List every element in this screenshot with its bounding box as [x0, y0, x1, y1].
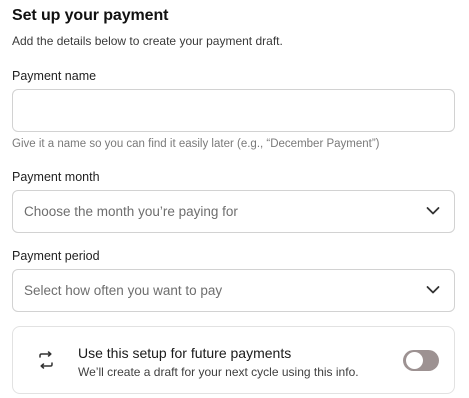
recurring-setup-card: Use this setup for future payments We’ll…	[12, 326, 455, 394]
payment-name-input[interactable]	[12, 89, 455, 132]
payment-month-label: Payment month	[12, 170, 100, 184]
payment-month-select[interactable]: Choose the month you’re paying for	[12, 190, 455, 233]
payment-period-placeholder: Select how often you want to pay	[24, 283, 223, 298]
payment-period-label: Payment period	[12, 249, 100, 263]
recurring-title: Use this setup for future payments	[78, 345, 292, 361]
page-subtitle: Add the details below to create your pay…	[12, 34, 283, 48]
recurring-description: We’ll create a draft for your next cycle…	[78, 365, 359, 379]
recurring-toggle[interactable]	[403, 350, 439, 371]
payment-period-select[interactable]: Select how often you want to pay	[12, 269, 455, 312]
chevron-down-icon	[426, 286, 440, 294]
toggle-knob	[406, 352, 423, 369]
payment-name-helper: Give it a name so you can find it easily…	[12, 138, 380, 150]
chevron-down-icon	[426, 207, 440, 215]
payment-month-placeholder: Choose the month you’re paying for	[24, 204, 238, 219]
page-title: Set up your payment	[12, 7, 169, 24]
payment-name-label: Payment name	[12, 69, 97, 83]
repeat-icon	[39, 351, 53, 369]
